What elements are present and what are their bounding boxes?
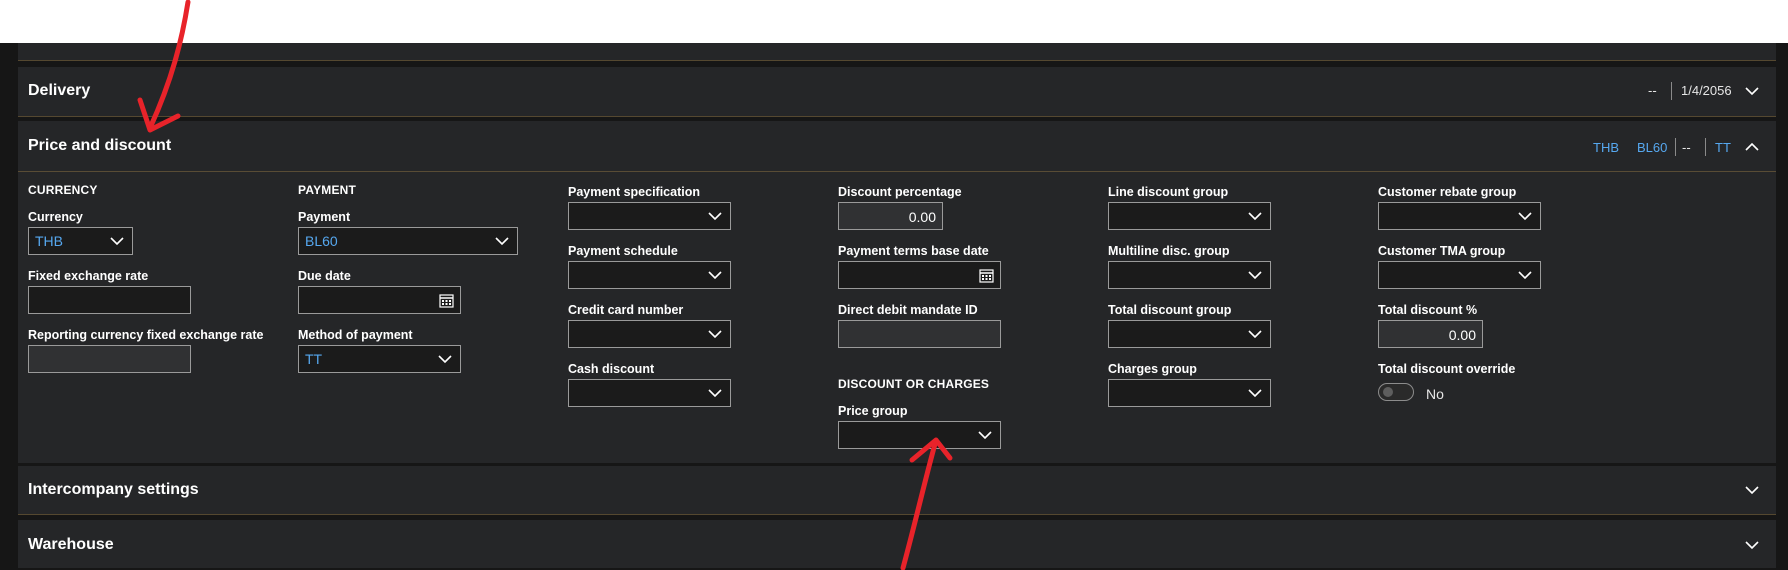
arrow-to-price-and-discount [147, 0, 191, 131]
arrow-to-price-group [900, 441, 938, 570]
annotation-arrows [137, 0, 953, 570]
